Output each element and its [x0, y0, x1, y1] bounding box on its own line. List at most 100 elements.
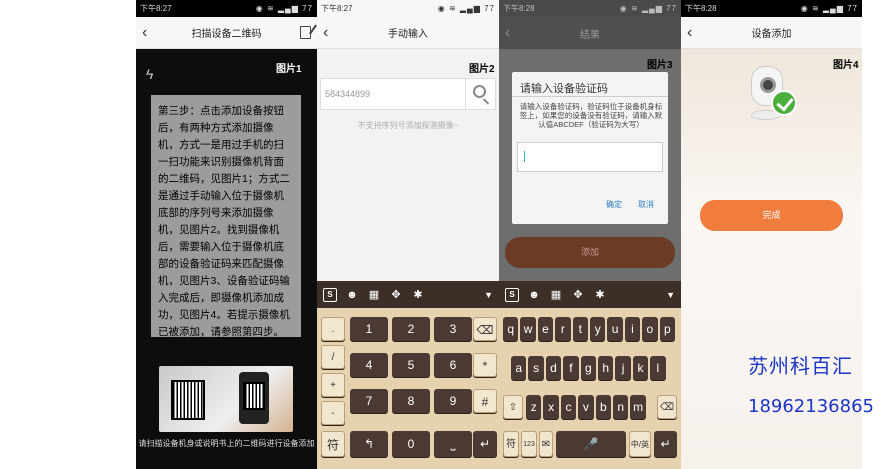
manual-input-screen: 下午8:27 ◉ ≋ ▂▄▆ 77 ‹ 手动输入 图片2 不支持序列号添加探测摄…: [317, 0, 499, 469]
key-a[interactable]: a: [511, 356, 527, 380]
add-button[interactable]: 添加: [505, 237, 675, 268]
serial-note: 不支持序列号添加探测摄像~: [357, 121, 459, 130]
key-pinyin[interactable]: ✉: [539, 431, 553, 457]
flash-off-icon[interactable]: ϟ: [146, 66, 153, 82]
key-hash[interactable]: #: [473, 389, 497, 413]
key-6[interactable]: 6: [434, 353, 472, 377]
back-arrow-icon[interactable]: ‹: [323, 23, 328, 43]
key-3[interactable]: 3: [434, 317, 472, 341]
key-backspace[interactable]: ⌫: [657, 395, 677, 419]
key-back-arrow[interactable]: ↰: [350, 431, 388, 457]
key-backspace[interactable]: ⌫: [473, 317, 497, 341]
shift-key[interactable]: ⇧: [503, 395, 523, 419]
key-5[interactable]: 5: [392, 353, 430, 377]
cursor-move-icon[interactable]: ✥: [571, 288, 585, 302]
key-symbols[interactable]: 符: [321, 431, 345, 457]
key-w[interactable]: w: [520, 317, 536, 341]
key-enter[interactable]: ↵: [473, 431, 497, 457]
key-j[interactable]: j: [615, 356, 631, 380]
key-1[interactable]: 1: [350, 317, 388, 341]
key-asterisk[interactable]: *: [473, 353, 497, 377]
key-7[interactable]: 7: [350, 389, 388, 413]
phone-icon: [239, 372, 269, 424]
status-icons: ◉ ≋ ▂▄▆ 77: [800, 4, 858, 13]
key-g[interactable]: g: [580, 356, 596, 380]
back-arrow-icon[interactable]: ‹: [505, 23, 510, 43]
verification-dialog: 请输入设备验证码 请输入设备验证码，验证码位于设备机身标签上，如果您的设备没有验…: [512, 72, 668, 224]
key-k[interactable]: k: [632, 356, 649, 380]
key-r[interactable]: r: [555, 317, 571, 341]
key-p[interactable]: p: [659, 317, 675, 341]
verification-code-input[interactable]: [517, 142, 663, 172]
key-8[interactable]: 8: [392, 389, 430, 413]
emoji-icon[interactable]: ☻: [527, 288, 541, 302]
keyboard-icon[interactable]: ▦: [549, 288, 563, 302]
key-numbers[interactable]: 123: [521, 431, 537, 457]
key-plus[interactable]: +: [321, 373, 345, 397]
key-space[interactable]: ⎵: [434, 431, 472, 457]
cursor-move-icon[interactable]: ✥: [389, 288, 403, 302]
key-n[interactable]: n: [613, 395, 629, 419]
back-arrow-icon[interactable]: ‹: [142, 23, 147, 43]
key-slash[interactable]: /: [321, 345, 345, 369]
brand-name: 苏州科百汇: [748, 354, 853, 378]
key-dot[interactable]: .: [321, 317, 345, 341]
key-9[interactable]: 9: [434, 389, 472, 413]
key-q[interactable]: q: [503, 317, 519, 341]
key-h[interactable]: h: [598, 356, 614, 380]
ok-button[interactable]: 确定: [606, 199, 622, 210]
key-u[interactable]: u: [607, 317, 623, 341]
logo-icon[interactable]: S: [323, 287, 337, 302]
page-title: 结果: [580, 29, 600, 41]
serial-input-row: [320, 78, 496, 110]
key-enter[interactable]: ↵: [654, 431, 677, 457]
key-0[interactable]: 0: [392, 431, 430, 457]
manual-input-icon[interactable]: [300, 26, 311, 39]
settings-icon[interactable]: ✱: [411, 288, 425, 302]
key-2[interactable]: 2: [392, 317, 430, 341]
key-d[interactable]: d: [545, 356, 562, 380]
key-s[interactable]: s: [528, 356, 544, 380]
search-button[interactable]: [465, 79, 495, 109]
key-4[interactable]: 4: [350, 353, 388, 377]
key-v[interactable]: v: [578, 395, 594, 419]
key-f[interactable]: f: [563, 356, 579, 380]
key-o[interactable]: o: [642, 317, 658, 341]
serial-number-input[interactable]: [325, 85, 465, 103]
figure-label: 图片4: [833, 60, 859, 71]
hide-keyboard-icon[interactable]: ▼: [484, 290, 493, 300]
emoji-icon[interactable]: ☻: [345, 288, 359, 302]
key-l[interactable]: l: [650, 356, 666, 380]
logo-icon[interactable]: S: [505, 287, 519, 302]
status-bar: 下午8:27 ◉ ≋ ▂▄▆ 77: [317, 0, 499, 17]
key-y[interactable]: y: [590, 317, 606, 341]
key-i[interactable]: i: [624, 317, 641, 341]
status-icons: ◉ ≋ ▂▄▆ 77: [255, 4, 313, 13]
key-b[interactable]: b: [595, 395, 611, 419]
status-time: 下午8:28: [685, 4, 717, 13]
figure-label: 图片2: [469, 64, 495, 75]
key-minus[interactable]: -: [321, 401, 345, 425]
key-z[interactable]: z: [526, 395, 542, 419]
key-m[interactable]: m: [630, 395, 646, 419]
key-t[interactable]: t: [572, 317, 588, 341]
qr-example-image: [159, 366, 293, 432]
key-x[interactable]: x: [543, 395, 559, 419]
done-button[interactable]: 完成: [700, 200, 843, 231]
keyboard-icon[interactable]: ▦: [367, 288, 381, 302]
scan-qr-screen: 下午8:27 ◉ ≋ ▂▄▆ 77 ‹ 扫描设备二维码 ϟ 图片1 第三步：点击…: [136, 0, 317, 469]
cancel-button[interactable]: 取消: [638, 199, 654, 210]
settings-icon[interactable]: ✱: [593, 288, 607, 302]
back-arrow-icon[interactable]: ‹: [687, 23, 692, 43]
status-icons: ◉ ≋ ▂▄▆ 77: [437, 4, 495, 13]
keyboard-toolbar: S ☻ ▦ ✥ ✱ ▼: [317, 281, 499, 308]
hide-keyboard-icon[interactable]: ▼: [666, 290, 675, 300]
scan-hint: 请扫描设备机身或说明书上的二维码进行设备添加: [138, 439, 315, 448]
step-instructions: 第三步：点击添加设备按钮后，有两种方式添加摄像机，方式一是用过手机的扫一扫功能来…: [151, 95, 301, 338]
key-lang-switch[interactable]: 中/英: [629, 431, 651, 457]
key-c[interactable]: c: [560, 395, 577, 419]
key-e[interactable]: e: [537, 317, 554, 341]
dialog-divider: [512, 96, 668, 97]
key-space-mic[interactable]: 🎤: [556, 431, 626, 457]
key-symbols[interactable]: 符: [503, 431, 519, 457]
